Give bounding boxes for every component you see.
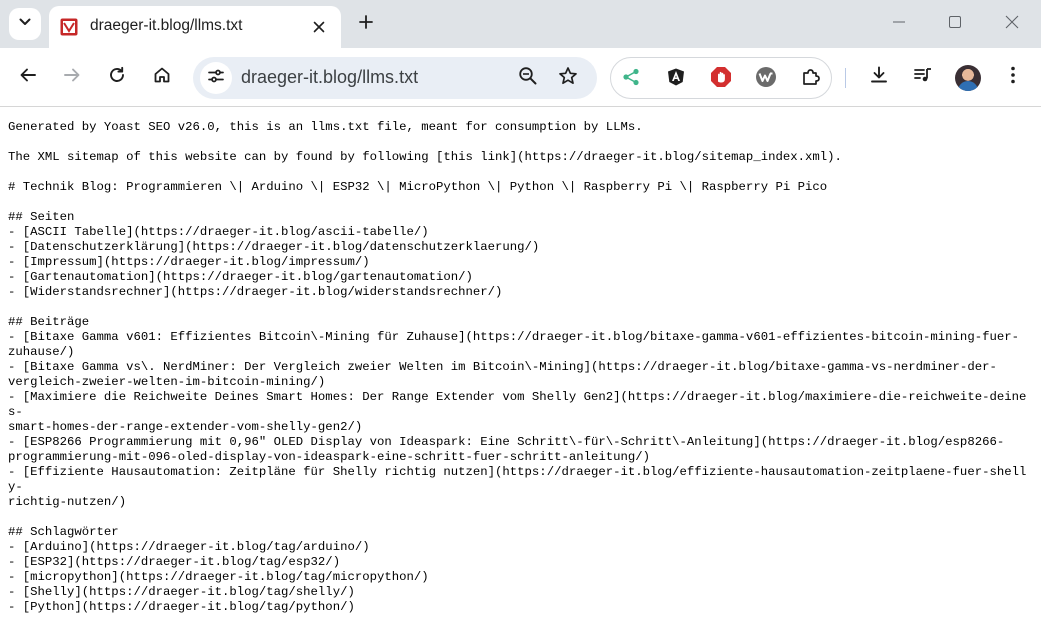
minimize-icon — [892, 15, 906, 34]
profile-avatar[interactable] — [955, 65, 981, 91]
text-line: - [ESP32](https://draeger-it.blog/tag/es… — [8, 555, 341, 569]
text-line: - [Shelly](https://draeger-it.blog/tag/s… — [8, 585, 355, 599]
plus-icon — [358, 14, 374, 35]
text-line: - [ASCII Tabelle](https://draeger-it.blo… — [8, 225, 429, 239]
text-line: richtig-nutzen/) — [8, 495, 127, 509]
arrow-left-icon — [19, 66, 37, 89]
queue-music-icon — [913, 65, 933, 90]
reload-button[interactable] — [101, 61, 133, 93]
bookmark-button[interactable] — [554, 64, 582, 92]
text-line: - [Arduino](https://draeger-it.blog/tag/… — [8, 540, 370, 554]
adblock-extension-button[interactable] — [706, 64, 736, 94]
reload-icon — [108, 66, 126, 89]
toolbar-divider — [845, 68, 846, 88]
text-line: ## Beiträge — [8, 315, 90, 329]
extensions-menu-button[interactable] — [796, 64, 826, 94]
text-line — [8, 135, 1033, 150]
extensions-group — [610, 57, 832, 99]
text-line: # Technik Blog: Programmieren \| Arduino… — [8, 180, 828, 194]
downloads-button[interactable] — [863, 61, 895, 93]
text-line: - [Bitaxe Gamma v601: Effizientes Bitcoi… — [8, 330, 1019, 344]
angular-extension-button[interactable] — [661, 64, 691, 94]
share-extension-button[interactable] — [616, 64, 646, 94]
text-line — [8, 165, 1033, 180]
text-line — [8, 195, 1033, 210]
chrome-menu-button[interactable] — [997, 61, 1029, 93]
tab-search-button[interactable] — [9, 8, 41, 40]
close-window-button[interactable] — [1000, 12, 1024, 36]
tab-title: draeger-it.blog/llms.txt — [90, 17, 243, 34]
browser-toolbar: draeger-it.blog/llms.txt — [0, 48, 1041, 107]
text-line: - [Datenschutzerklärung](https://draeger… — [8, 240, 540, 254]
text-line: - [Python](https://draeger-it.blog/tag/p… — [8, 600, 355, 614]
address-bar[interactable]: draeger-it.blog/llms.txt — [193, 57, 597, 99]
arrow-right-icon — [63, 66, 81, 89]
home-button[interactable] — [146, 61, 178, 93]
download-icon — [869, 65, 889, 90]
llms-txt-content: Generated by Yoast SEO v26.0, this is an… — [8, 120, 1033, 615]
forward-button[interactable] — [56, 61, 88, 93]
tune-icon — [207, 67, 225, 90]
home-icon — [153, 66, 171, 89]
text-line: - [Bitaxe Gamma vs\. NerdMiner: Der Verg… — [8, 360, 997, 374]
share-icon — [621, 67, 641, 92]
adblock-icon — [710, 66, 732, 93]
close-icon — [1005, 15, 1019, 34]
text-line: programmierung-mit-096-oled-display-von-… — [8, 450, 651, 464]
zoom-out-icon — [518, 66, 538, 91]
text-line: vergleich-zweier-welten-im-bitcoin-minin… — [8, 375, 326, 389]
chevron-down-icon — [18, 15, 32, 34]
back-button[interactable] — [12, 61, 44, 93]
text-line: - [micropython](https://draeger-it.blog/… — [8, 570, 429, 584]
puzzle-icon — [801, 67, 821, 92]
text-line: - [Maximiere die Reichweite Deines Smart… — [8, 390, 1027, 419]
text-line: - [ESP8266 Programmierung mit 0,96" OLED… — [8, 435, 1005, 449]
more-vert-icon — [1010, 65, 1016, 90]
active-tab[interactable]: draeger-it.blog/llms.txt — [49, 6, 341, 48]
maximize-button[interactable] — [943, 12, 967, 36]
maximize-icon — [948, 15, 962, 34]
angular-icon — [666, 67, 686, 92]
media-control-button[interactable] — [907, 61, 939, 93]
text-line: ## Seiten — [8, 210, 75, 224]
close-tab-icon[interactable] — [307, 15, 331, 39]
minimize-button[interactable] — [887, 12, 911, 36]
text-line: zuhause/) — [8, 345, 75, 359]
wappalyzer-icon — [755, 66, 777, 93]
zoom-button[interactable] — [514, 64, 542, 92]
text-line — [8, 510, 1033, 525]
text-line: - [Impressum](https://draeger-it.blog/im… — [8, 255, 370, 269]
star-icon — [558, 66, 578, 91]
new-tab-button[interactable] — [352, 10, 380, 38]
text-line: smart-homes-der-range-extender-vom-shell… — [8, 420, 363, 434]
site-favicon-icon — [60, 18, 78, 36]
site-info-button[interactable] — [200, 62, 232, 94]
text-line: - [Widerstandsrechner](https://draeger-i… — [8, 285, 503, 299]
url-text[interactable]: draeger-it.blog/llms.txt — [241, 67, 418, 88]
text-line: ## Schlagwörter — [8, 525, 119, 539]
text-line: Generated by Yoast SEO v26.0, this is an… — [8, 120, 643, 134]
text-line: The XML sitemap of this website can by f… — [8, 150, 842, 164]
text-line — [8, 300, 1033, 315]
text-line: - [Gartenautomation](https://draeger-it.… — [8, 270, 473, 284]
tab-strip: draeger-it.blog/llms.txt — [0, 0, 1041, 48]
wappalyzer-extension-button[interactable] — [751, 64, 781, 94]
text-line: - [Effiziente Hausautomation: Zeitpläne … — [8, 465, 1027, 494]
